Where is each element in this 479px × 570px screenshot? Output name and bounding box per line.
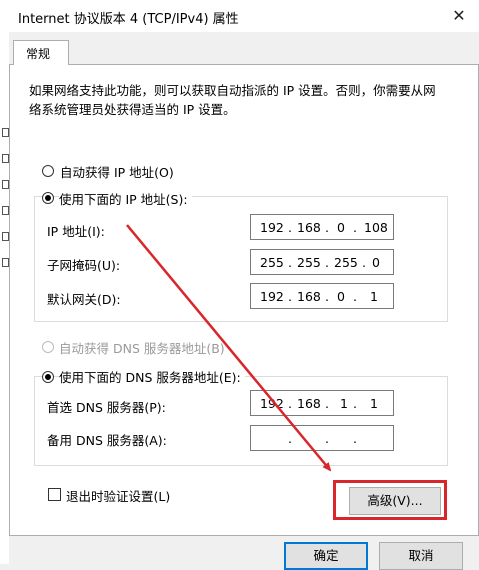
tab-general[interactable]: 常规 — [13, 40, 69, 65]
tab-label: 常规 — [26, 47, 51, 61]
annotation-arrow-icon — [126, 224, 332, 472]
